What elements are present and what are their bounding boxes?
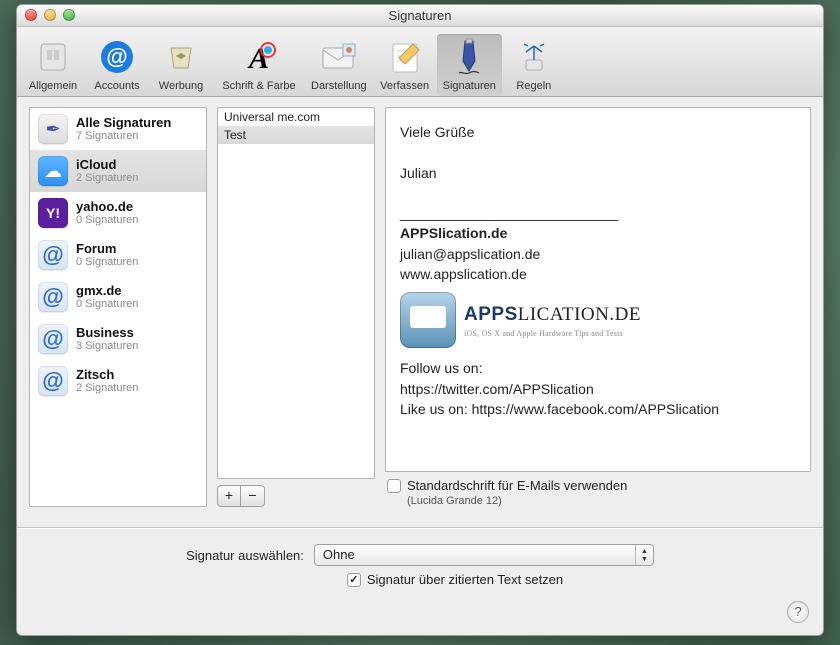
yahoo-icon: Y! (38, 198, 68, 228)
pen-icon: ✒︎ (38, 114, 68, 144)
cloud-icon: ☁︎ (38, 156, 68, 186)
recycle-icon (161, 36, 201, 78)
compose-paper-icon (385, 36, 425, 78)
signature-list[interactable]: Universal me.com Test (217, 107, 375, 479)
account-list[interactable]: ✒︎ Alle Signaturen7 Signaturen ☁︎ iCloud… (29, 107, 207, 507)
window-title: Signaturen (389, 8, 452, 23)
signature-item[interactable]: Universal me.com (218, 108, 374, 126)
account-icloud[interactable]: ☁︎ iCloud2 Signaturen (30, 150, 206, 192)
account-all-signatures[interactable]: ✒︎ Alle Signaturen7 Signaturen (30, 108, 206, 150)
default-font-note: (Lucida Grande 12) (407, 495, 811, 507)
preview-follow-label: Follow us on: (400, 358, 796, 378)
font-a-icon: A (239, 36, 279, 78)
preview-divider: ________________________________ (400, 203, 796, 223)
rules-arrows-icon (514, 36, 554, 78)
checkbox-place-above-quoted[interactable] (347, 573, 361, 587)
tab-werbung[interactable]: Werbung (149, 34, 213, 96)
place-above-quoted-label: Signatur über zitierten Text setzen (367, 572, 563, 587)
default-font-label: Standardschrift für E-Mails verwenden (407, 478, 627, 493)
separator (17, 527, 823, 528)
envelope-stamp-icon (319, 36, 359, 78)
tab-accounts[interactable]: @ Accounts (85, 34, 149, 96)
at-icon: @ (97, 36, 137, 78)
tab-allgemein[interactable]: Allgemein (21, 34, 85, 96)
window-titlebar: Signaturen (17, 5, 823, 27)
account-yahoo[interactable]: Y! yahoo.de0 Signaturen (30, 192, 206, 234)
preview-email: julian@appslication.de (400, 246, 540, 262)
signature-preview[interactable]: Viele Grüße Julian _____________________… (385, 107, 811, 472)
preferences-toolbar: Allgemein @ Accounts Werbung A Schrift &… (17, 27, 823, 97)
preview-sender-name: Julian (400, 163, 796, 183)
preview-url: www.appslication.de (400, 266, 527, 282)
at-icon: @ (38, 282, 68, 312)
zoom-icon[interactable] (63, 9, 75, 21)
tab-font-color[interactable]: A Schrift & Farbe (213, 34, 305, 96)
tab-regeln[interactable]: Regeln (502, 34, 566, 96)
account-business[interactable]: @ Business3 Signaturen (30, 318, 206, 360)
preview-greeting: Viele Grüße (400, 122, 796, 142)
at-icon: @ (38, 324, 68, 354)
help-button[interactable]: ? (787, 601, 809, 623)
svg-text:@: @ (106, 44, 127, 69)
account-forum[interactable]: @ Forum0 Signaturen (30, 234, 206, 276)
account-gmx[interactable]: @ gmx.de0 Signaturen (30, 276, 206, 318)
at-icon: @ (38, 240, 68, 270)
preview-logo: APPSLICATION.DE iOS, OS X and Apple Hard… (400, 292, 796, 348)
remove-signature-button[interactable]: − (241, 485, 265, 507)
minimize-icon[interactable] (44, 9, 56, 21)
tab-signaturen[interactable]: Signaturen (437, 34, 502, 96)
choose-signature-popup[interactable]: Ohne ▲▼ (314, 544, 654, 566)
choose-signature-label: Signatur auswählen: (186, 548, 304, 563)
preview-follow-url: https://twitter.com/APPSlication (400, 379, 796, 399)
switch-icon (33, 36, 73, 78)
signature-item[interactable]: Test (218, 126, 374, 144)
tab-verfassen[interactable]: Verfassen (373, 34, 437, 96)
preview-brand: APPSlication.de (400, 225, 507, 241)
at-icon: @ (38, 366, 68, 396)
tab-darstellung[interactable]: Darstellung (305, 34, 373, 96)
signature-pen-icon (449, 36, 489, 78)
chevron-up-down-icon: ▲▼ (635, 545, 653, 565)
add-signature-button[interactable]: + (217, 485, 241, 507)
checkbox-default-font[interactable] (387, 479, 401, 493)
preview-like-line: Like us on: https://www.facebook.com/APP… (400, 399, 796, 419)
close-icon[interactable] (25, 9, 37, 21)
appslication-app-icon (400, 292, 456, 348)
account-zitsch[interactable]: @ Zitsch2 Signaturen (30, 360, 206, 402)
